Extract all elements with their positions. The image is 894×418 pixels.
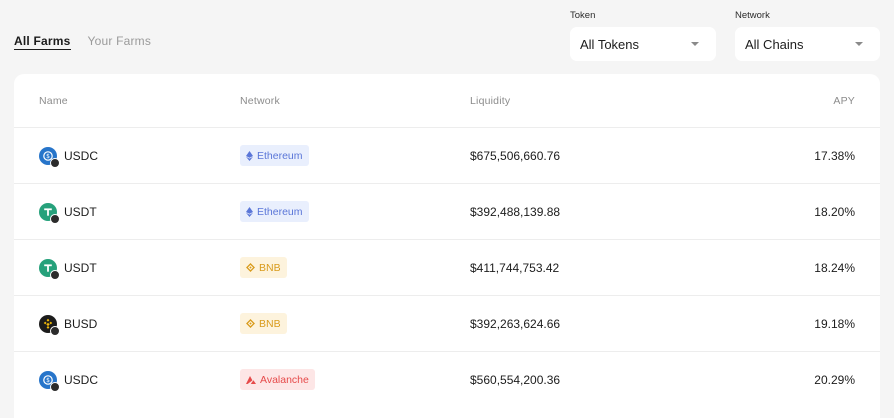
network-cell: BNB — [240, 240, 287, 295]
apy-value: 18.20% — [814, 204, 855, 219]
chain-badge-icon — [50, 381, 60, 392]
apy-value: 18.24% — [814, 260, 855, 275]
liquidity-value: $560,554,200.36 — [470, 372, 561, 387]
column-header-name[interactable]: Name — [39, 74, 68, 127]
network-name: BNB — [259, 261, 281, 274]
column-header-network[interactable]: Network — [240, 74, 280, 127]
network-cell: Avalanche — [240, 352, 315, 407]
farms-header: All Farms Your Farms Token All Tokens Ne… — [0, 0, 894, 74]
name-cell: BUSD — [39, 296, 97, 351]
usdc-coin-icon: $ — [39, 370, 60, 392]
usdt-coin-icon — [39, 258, 60, 280]
network-filter-label: Network — [735, 10, 770, 21]
busd-coin-icon — [39, 314, 60, 336]
table-row[interactable]: BUSD BNB $392,263,624.66 19.18% — [14, 295, 880, 351]
token-select[interactable]: All Tokens — [570, 27, 716, 61]
liquidity-value: $411,744,753.42 — [470, 260, 560, 275]
table-row[interactable]: USDT Ethereum $392,488,139.88 18.20% — [14, 183, 880, 239]
apy-value: 17.38% — [814, 148, 855, 163]
name-cell: USDT — [39, 184, 97, 239]
liquidity-value: $392,263,624.66 — [470, 316, 561, 331]
table-header-row: Name Network Liquidity APY — [14, 74, 880, 127]
liquidity-value: $392,488,139.88 — [470, 204, 561, 219]
bnb-icon — [246, 319, 255, 328]
farm-tabs: All Farms Your Farms — [14, 34, 151, 50]
chevron-down-icon — [855, 42, 863, 46]
table-row[interactable]: $ USDC Ethereum $675,506,660.76 17.38% — [14, 127, 880, 183]
usdt-coin-icon — [39, 202, 60, 224]
table-row[interactable]: USDT BNB $411,744,753.42 18.24% — [14, 239, 880, 295]
chain-badge-icon — [50, 325, 60, 336]
svg-text:$: $ — [46, 153, 50, 160]
ethereum-icon — [246, 150, 253, 161]
network-badge: BNB — [240, 257, 287, 278]
tab-all-farms[interactable]: All Farms — [14, 34, 71, 50]
network-badge: Ethereum — [240, 145, 309, 166]
chain-badge-icon — [50, 157, 60, 168]
chain-badge-icon — [50, 213, 60, 224]
network-cell: BNB — [240, 296, 287, 351]
avalanche-icon — [246, 375, 256, 384]
network-badge: Ethereum — [240, 201, 309, 222]
column-header-apy[interactable]: APY — [833, 74, 855, 127]
network-name: Ethereum — [257, 205, 303, 218]
usdc-coin-icon: $ — [39, 146, 60, 168]
network-cell: Ethereum — [240, 184, 309, 239]
network-name: BNB — [259, 317, 281, 330]
svg-text:$: $ — [46, 377, 50, 384]
token-name: USDT — [64, 260, 97, 275]
chain-badge-icon — [50, 269, 60, 280]
apy-value: 20.29% — [814, 372, 855, 387]
token-name: BUSD — [64, 316, 98, 331]
tab-your-farms[interactable]: Your Farms — [88, 34, 152, 50]
network-badge: Avalanche — [240, 369, 315, 390]
token-select-value: All Tokens — [580, 36, 640, 52]
name-cell: $ USDC — [39, 128, 98, 183]
network-name: Ethereum — [257, 149, 303, 162]
chevron-down-icon — [691, 42, 699, 46]
network-cell: Ethereum — [240, 128, 309, 183]
network-select-value: All Chains — [745, 36, 804, 52]
token-name: USDT — [64, 204, 97, 219]
column-header-liquidity[interactable]: Liquidity — [470, 74, 510, 127]
network-name: Avalanche — [260, 373, 309, 386]
table-row[interactable]: $ USDC Avalanche $560,554,200.36 20.29% — [14, 351, 880, 407]
token-filter-label: Token — [570, 10, 596, 21]
network-select[interactable]: All Chains — [735, 27, 880, 61]
liquidity-value: $675,506,660.76 — [470, 148, 561, 163]
bnb-icon — [246, 263, 255, 272]
ethereum-icon — [246, 206, 253, 217]
network-filter: Network All Chains — [735, 10, 880, 61]
token-filter: Token All Tokens — [570, 10, 716, 61]
apy-value: 19.18% — [814, 316, 855, 331]
token-name: USDC — [64, 372, 99, 387]
name-cell: $ USDC — [39, 352, 98, 407]
farms-table: Name Network Liquidity APY $ USDC Ethere… — [14, 74, 880, 418]
network-badge: BNB — [240, 313, 287, 334]
name-cell: USDT — [39, 240, 97, 295]
token-name: USDC — [64, 148, 99, 163]
